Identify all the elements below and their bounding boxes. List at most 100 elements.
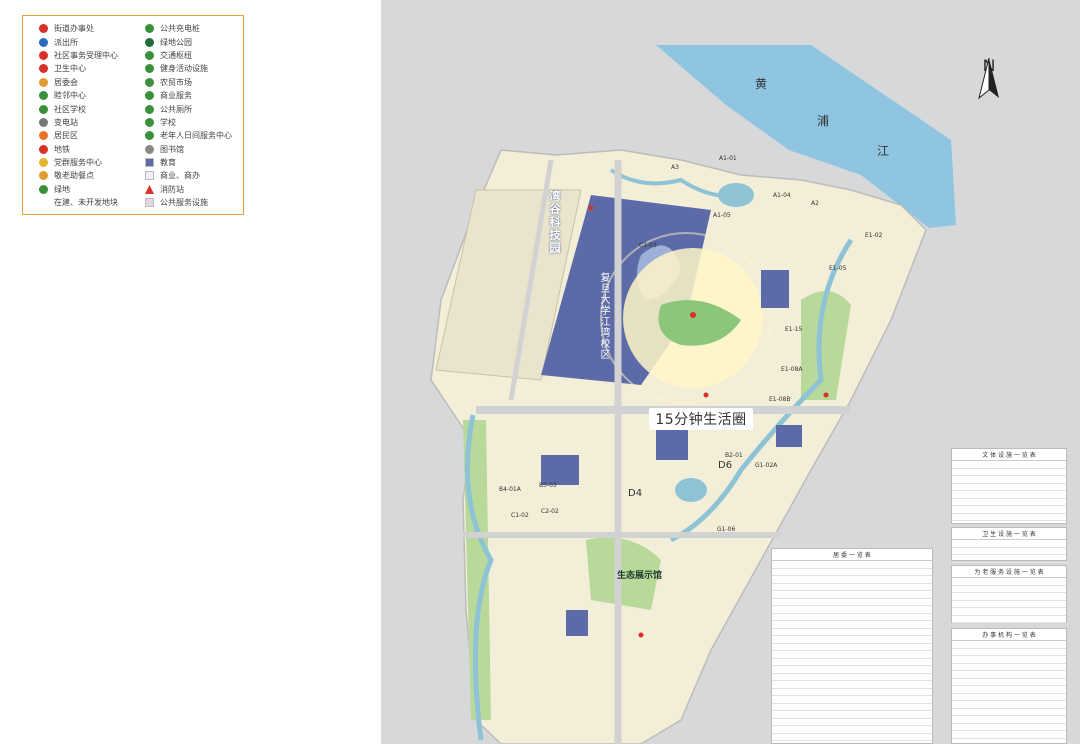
- block-label: B5-03: [539, 482, 557, 489]
- legend-label: 商业、商办: [160, 171, 200, 181]
- table-title: 为 老 服 务 设 施 一 览 表: [952, 566, 1066, 578]
- table-row: [772, 629, 932, 636]
- table-row: [952, 548, 1066, 555]
- legend-label: 消防站: [160, 184, 184, 194]
- block-label: E1-15: [785, 326, 803, 333]
- table-row: [772, 711, 932, 719]
- river-char: 江: [877, 144, 890, 158]
- legend-label: 居民区: [54, 131, 78, 141]
- block-label: E1-05: [829, 265, 847, 272]
- block-label: C1-03: [639, 242, 657, 249]
- legend-label: 农贸市场: [160, 77, 192, 87]
- river-char: 浦: [817, 114, 830, 128]
- legend-item: 党群服务中心: [39, 156, 118, 169]
- legend-item: 地铁: [39, 143, 118, 156]
- block-label: A1-01: [719, 155, 737, 162]
- block-label: C2-02: [541, 508, 559, 515]
- table-row: [952, 616, 1066, 623]
- table-row: [772, 681, 932, 689]
- table-row: [772, 674, 932, 681]
- table-row: [772, 734, 932, 741]
- legend-item: 变电站: [39, 116, 118, 129]
- table-row: [772, 726, 932, 734]
- elderly-meal-icon: [39, 171, 48, 181]
- table-row: [772, 644, 932, 651]
- legend-item: 老年人日间服务中心: [145, 129, 232, 142]
- legend-label: 健身活动设施: [160, 64, 208, 74]
- table-row: [952, 656, 1066, 664]
- table-row: [772, 666, 932, 674]
- poi-marker: [703, 392, 709, 398]
- legend-label: 街道办事处: [54, 24, 94, 34]
- legend-item: 居民区: [39, 129, 118, 142]
- poi-marker: [690, 312, 696, 318]
- legend-label: 绿地公园: [160, 37, 192, 47]
- school-icon: [145, 117, 154, 127]
- book-icon: [39, 104, 48, 114]
- residence-icon: [39, 131, 48, 141]
- table-culture-sports: 文 体 设 施 一 览 表: [951, 448, 1067, 529]
- block-label: A1-04: [773, 192, 791, 199]
- legend-item: 教育: [145, 156, 232, 169]
- legend-item: 图书馆: [145, 143, 232, 156]
- fifteen-minute-life-circle-label: 15分钟生活圈: [649, 408, 753, 430]
- table-body: [952, 461, 1066, 529]
- lake-south: [675, 478, 707, 502]
- north-arrow-icon: [978, 57, 999, 100]
- legend-label: 公共厕所: [160, 104, 192, 114]
- table-residential-committees: 居 委 一 览 表: [771, 548, 933, 744]
- legend-item: 社区事务受理中心: [39, 49, 118, 62]
- table-body: [952, 540, 1066, 563]
- table-title: 办 事 机 构 一 览 表: [952, 629, 1066, 641]
- neighbors-icon: [39, 91, 48, 101]
- legend-item: 绿地公园: [145, 35, 232, 48]
- legend-item: 交通枢纽: [145, 49, 232, 62]
- legend-item: 卫生中心: [39, 62, 118, 75]
- table-health: 卫 生 设 施 一 览 表: [951, 527, 1067, 563]
- charger-icon: [145, 24, 154, 34]
- table-row: [952, 649, 1066, 656]
- table-row: [952, 731, 1066, 739]
- table-row: [952, 578, 1066, 586]
- edu-block: [761, 270, 789, 308]
- table-body: [952, 641, 1066, 744]
- table-row: [952, 476, 1066, 484]
- table-row: [772, 569, 932, 576]
- table-row: [952, 641, 1066, 649]
- table-row: [952, 484, 1066, 491]
- table-row: [952, 540, 1066, 548]
- legend-item: 敬老助餐点: [39, 169, 118, 182]
- legend-item: 学校: [145, 116, 232, 129]
- metro-icon: [39, 144, 48, 154]
- table-row: [952, 709, 1066, 716]
- table-body: [772, 561, 932, 744]
- legend-label: 商业服务: [160, 91, 192, 101]
- table-row: [952, 491, 1066, 499]
- table-row: [952, 716, 1066, 724]
- legend-item: 街道办事处: [39, 22, 118, 35]
- table-row: [772, 606, 932, 614]
- legend-item: 睦邻中心: [39, 89, 118, 102]
- table-row: [952, 671, 1066, 679]
- table-row: [952, 555, 1066, 563]
- block-label: G1-02A: [755, 462, 778, 469]
- legend-item: 农贸市场: [145, 76, 232, 89]
- blank-swatch: [39, 198, 48, 207]
- star-circle-icon: [39, 24, 48, 34]
- district-map[interactable]: N 黄 浦 江 复旦大学江湾校区 湾谷科技园 生态展示馆 A1-01 A3 A2…: [381, 0, 1080, 744]
- legend-label: 社区事务受理中心: [54, 50, 118, 60]
- house-badge-icon: [39, 77, 48, 87]
- block-label: E1-02: [865, 232, 883, 239]
- legend-label: 卫生中心: [54, 64, 86, 74]
- block-label: C1-02: [511, 512, 529, 519]
- legend-item: 绿地: [39, 183, 118, 196]
- edu-block: [776, 425, 802, 447]
- toilet-icon: [145, 104, 154, 114]
- block-label: A2: [811, 200, 819, 207]
- table-row: [772, 689, 932, 696]
- table-row: [952, 679, 1066, 686]
- elderly-day-icon: [145, 131, 154, 141]
- legend-item: 居委会: [39, 76, 118, 89]
- legend-label: 在建、未开发地块: [54, 198, 118, 208]
- table-row: [952, 506, 1066, 514]
